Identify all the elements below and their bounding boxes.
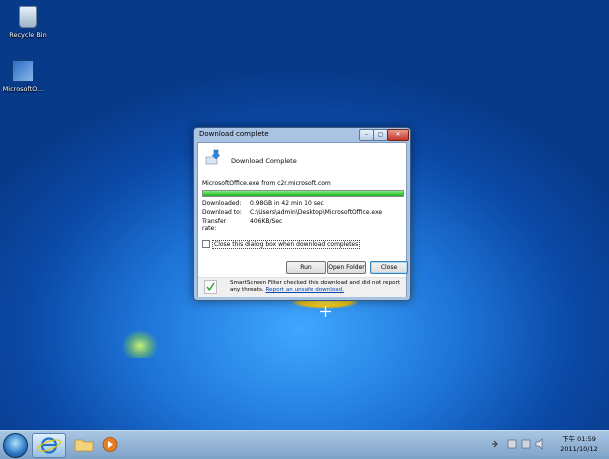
download-complete-dialog: Download complete – ▢ ✕ Download Complet… — [193, 127, 411, 301]
smartscreen-footer: SmartScreen Filter checked this download… — [198, 277, 406, 297]
download-heading: Download Complete — [231, 157, 297, 165]
close-on-complete-option[interactable]: Close this dialog box when download comp… — [202, 239, 361, 249]
info-label: Downloaded: — [202, 200, 242, 207]
desktop-icon-label: Recycle Bin — [9, 31, 47, 39]
desktop-icon-label: MicrosoftO... — [2, 85, 44, 93]
wallpaper-sprout — [120, 328, 160, 358]
installer-icon — [12, 60, 34, 82]
minimize-button[interactable]: – — [359, 129, 374, 141]
network-icon — [521, 439, 531, 449]
dialog-content: Download Complete MicrosoftOffice.exe fr… — [197, 142, 408, 297]
close-button[interactable]: Close — [370, 261, 408, 274]
run-button[interactable]: Run — [286, 261, 326, 274]
download-source: MicrosoftOffice.exe from c2r.microsoft.c… — [202, 180, 331, 187]
taskbar-media-player[interactable] — [98, 433, 130, 456]
close-window-button[interactable]: ✕ — [387, 129, 409, 141]
info-label: Transfer rate: — [202, 218, 227, 232]
checkbox-label: Close this dialog box when download comp… — [212, 239, 361, 249]
desktop-icon-recycle-bin[interactable]: Recycle Bin — [4, 6, 52, 39]
media-player-icon — [102, 437, 118, 452]
smartscreen-shield-icon — [204, 280, 217, 294]
report-unsafe-link[interactable]: Report an unsafe download. — [266, 287, 345, 293]
taskbar-windows-explorer[interactable] — [68, 433, 100, 456]
desktop-icon-microsoft-office[interactable]: MicrosoftO... — [0, 60, 47, 93]
maximize-button[interactable]: ▢ — [373, 129, 388, 141]
smartscreen-message: SmartScreen Filter checked this download… — [230, 280, 402, 294]
dialog-title: Download complete — [199, 130, 269, 138]
progress-fill — [203, 191, 403, 196]
download-icon — [205, 149, 221, 165]
start-button[interactable] — [3, 433, 28, 458]
clock-time: 下午 01:59 — [562, 435, 596, 443]
info-value: C:\Users\admin\Desktop\MicrosoftOffice.e… — [250, 209, 383, 216]
info-value: 0.98GB in 42 min 10 sec — [250, 200, 324, 207]
info-label: Download to: — [202, 209, 242, 216]
info-value: 406KB/Sec — [250, 218, 283, 225]
open-folder-button[interactable]: Open Folder — [327, 261, 366, 274]
clock-date: 2011/10/12 — [560, 445, 598, 453]
crosshair-cursor-icon — [320, 306, 331, 317]
action-center-icon — [507, 439, 517, 449]
system-clock[interactable]: 下午 01:59 2011/10/12 — [554, 434, 604, 454]
folder-icon — [74, 439, 94, 452]
download-progress-bar — [202, 190, 404, 197]
close-on-complete-checkbox[interactable] — [202, 240, 210, 248]
show-hidden-icons-icon — [492, 440, 498, 448]
taskbar: 下午 01:59 2011/10/12 — [0, 430, 609, 459]
taskbar-internet-explorer[interactable] — [32, 433, 66, 458]
volume-icon — [535, 438, 543, 450]
recycle-bin-icon — [19, 6, 37, 28]
dialog-titlebar[interactable]: Download complete – ▢ ✕ — [194, 128, 410, 141]
notification-area[interactable] — [490, 437, 550, 451]
internet-explorer-icon — [37, 437, 61, 454]
